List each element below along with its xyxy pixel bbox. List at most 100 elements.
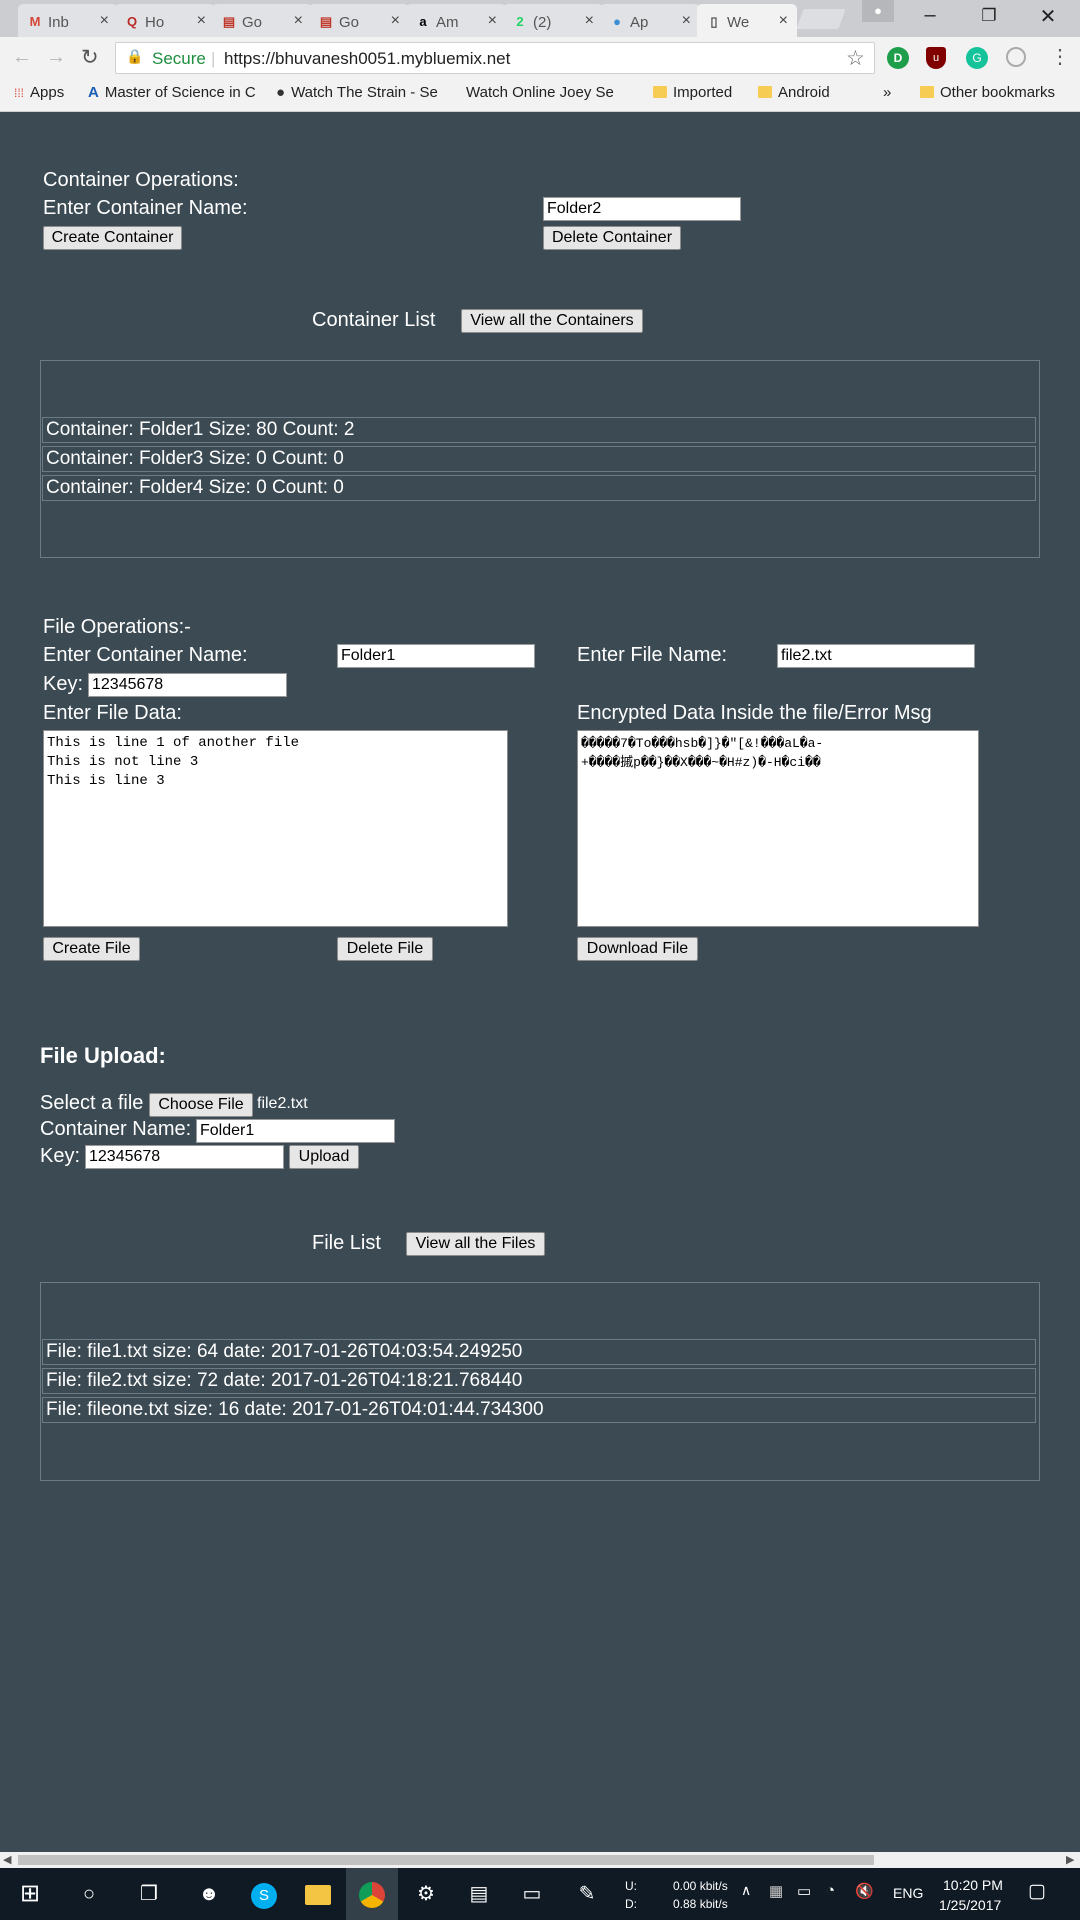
file-ops-heading: File Operations:- [43, 616, 191, 638]
bookmark-a-icon: A [88, 84, 99, 101]
menu-icon[interactable]: ⋮ [1050, 44, 1070, 69]
profile-icon[interactable]: ● [862, 0, 894, 22]
upload-heading: File Upload: [40, 1043, 166, 1068]
action-center-icon[interactable]: ▢ [1028, 1880, 1046, 1903]
bookmark-label: Master of Science in C [104, 84, 255, 101]
close-icon[interactable]: × [100, 12, 109, 30]
view-containers-button[interactable]: View all the Containers [461, 309, 643, 333]
browser-tab[interactable]: 2 (2) × [503, 4, 603, 37]
file-item[interactable]: File: fileone.txt size: 16 date: 2017-01… [42, 1397, 1036, 1423]
bookmark-item[interactable]: Android [758, 84, 830, 101]
download-file-button[interactable]: Download File [577, 937, 698, 961]
app-icon[interactable]: ☻ [193, 1878, 225, 1910]
bookmark-item[interactable]: Imported [653, 84, 732, 101]
container-item[interactable]: Container: Folder1 Size: 80 Count: 2 [42, 417, 1036, 443]
browser-tab[interactable]: ▯ We × [697, 4, 797, 37]
scroll-left-arrow[interactable]: ◀ [3, 1853, 11, 1866]
back-icon[interactable]: ← [12, 46, 32, 69]
apps-grid-icon: ⁞⁞⁞ [14, 86, 25, 100]
upload-container-input[interactable]: Folder1 [196, 1119, 395, 1143]
extension-icon-4[interactable] [1006, 47, 1026, 67]
grammarly-icon[interactable]: G [966, 47, 988, 69]
scroll-thumb[interactable] [18, 1855, 874, 1865]
browser-tab[interactable]: a Am × [406, 4, 506, 37]
folder-icon [758, 86, 772, 98]
winrar-icon[interactable]: ▤ [463, 1878, 495, 1910]
task-view-icon[interactable]: ❐ [133, 1878, 165, 1910]
file-container-input[interactable]: Folder1 [337, 644, 535, 668]
chevron-up-icon[interactable]: ∧ [741, 1882, 751, 1899]
net-up-speed: 0.00 kbit/s [673, 1879, 728, 1893]
forward-icon[interactable]: → [46, 46, 66, 69]
tray-icon[interactable]: ▦ [769, 1882, 783, 1900]
file-key-input[interactable]: 12345678 [88, 673, 287, 697]
scroll-right-arrow[interactable]: ▶ [1066, 1853, 1074, 1866]
bookmark-item[interactable]: Watch Online Joey Se [466, 84, 614, 101]
skype-icon[interactable]: S [248, 1878, 280, 1910]
file-item[interactable]: File: file1.txt size: 64 date: 2017-01-2… [42, 1339, 1036, 1365]
encrypted-data-textarea[interactable]: �����7�To���hsb�]}�"[&!���aL�a- +����摵p�… [577, 730, 979, 927]
container-name-input[interactable]: Folder2 [543, 197, 741, 221]
close-icon[interactable]: × [585, 12, 594, 30]
volume-icon[interactable]: 🔇 [855, 1882, 874, 1900]
clock-time[interactable]: 10:20 PM [943, 1877, 1003, 1893]
close-icon[interactable]: × [294, 12, 303, 30]
view-files-button[interactable]: View all the Files [406, 1232, 545, 1256]
terminal-icon[interactable]: ▭ [516, 1878, 548, 1910]
file-data-textarea[interactable]: This is line 1 of another file This is n… [43, 730, 508, 927]
close-icon[interactable]: × [682, 12, 691, 30]
settings-icon[interactable]: ⚙ [410, 1878, 442, 1910]
address-divider: | [211, 49, 216, 68]
close-window-button[interactable]: ✕ [1028, 4, 1068, 29]
browser-tab[interactable]: Q Ho × [115, 4, 215, 37]
browser-tab[interactable]: ▤ Go × [309, 4, 409, 37]
notepad-icon[interactable]: ✎ [571, 1878, 603, 1910]
bookmark-item[interactable]: ● Watch The Strain - Se [276, 84, 438, 101]
net-down-speed: 0.88 kbit/s [673, 1897, 728, 1911]
browser-tab[interactable]: M Inb × [18, 4, 118, 37]
file-list-label: File List [312, 1232, 381, 1254]
upload-key-input[interactable]: 12345678 [85, 1145, 284, 1169]
extension-icon-1[interactable]: D [887, 47, 909, 69]
browser-tab[interactable]: ● Ap × [600, 4, 700, 37]
new-tab-button[interactable] [796, 9, 846, 29]
ublock-icon[interactable]: u [926, 47, 946, 69]
bookmark-item[interactable]: A Master of Science in C [88, 84, 255, 101]
chrome-icon[interactable] [356, 1878, 388, 1910]
browser-tab[interactable]: ▤ Go × [212, 4, 312, 37]
star-icon[interactable]: ☆ [846, 46, 865, 71]
bookmark-item[interactable]: ⁞⁞⁞ Apps [14, 84, 64, 101]
choose-file-button[interactable]: Choose File [149, 1093, 253, 1117]
reload-icon[interactable]: ↻ [81, 45, 99, 70]
select-file-label: Select a file [40, 1092, 144, 1114]
close-icon[interactable]: × [779, 12, 788, 30]
delete-file-button[interactable]: Delete File [337, 937, 433, 961]
create-container-button[interactable]: Create Container [43, 226, 182, 250]
file-item[interactable]: File: file2.txt size: 72 date: 2017-01-2… [42, 1368, 1036, 1394]
close-icon[interactable]: × [488, 12, 497, 30]
search-icon[interactable]: ○ [73, 1878, 105, 1910]
address-bar[interactable]: 🔒 Secure | https://bhuvanesh0051.mybluem… [115, 42, 875, 74]
container-list-label: Container List [312, 309, 436, 331]
horizontal-scrollbar[interactable]: ◀ ▶ [0, 1852, 1080, 1868]
upload-button[interactable]: Upload [289, 1145, 359, 1169]
file-name-input[interactable]: file2.txt [777, 644, 975, 668]
bookmark-circle-icon: ● [276, 84, 286, 101]
close-icon[interactable]: × [197, 12, 206, 30]
container-item[interactable]: Container: Folder3 Size: 0 Count: 0 [42, 446, 1036, 472]
file-explorer-icon[interactable] [302, 1878, 334, 1910]
delete-container-button[interactable]: Delete Container [543, 226, 681, 250]
tab-label: Go [242, 14, 263, 31]
container-item[interactable]: Container: Folder4 Size: 0 Count: 0 [42, 475, 1036, 501]
windows-start-icon[interactable]: ⊞ [14, 1878, 46, 1910]
wifi-icon[interactable]: ◔ [826, 1882, 835, 1899]
clock-date[interactable]: 1/25/2017 [939, 1897, 1001, 1913]
language-indicator[interactable]: ENG [893, 1885, 923, 1901]
restore-button[interactable]: ❐ [969, 6, 1009, 26]
close-icon[interactable]: × [391, 12, 400, 30]
other-bookmarks[interactable]: Other bookmarks [920, 84, 1055, 101]
battery-icon[interactable]: ▭ [797, 1882, 811, 1900]
create-file-button[interactable]: Create File [43, 937, 140, 961]
minimize-button[interactable]: – [910, 4, 950, 27]
bookmarks-overflow[interactable]: » [883, 84, 891, 101]
